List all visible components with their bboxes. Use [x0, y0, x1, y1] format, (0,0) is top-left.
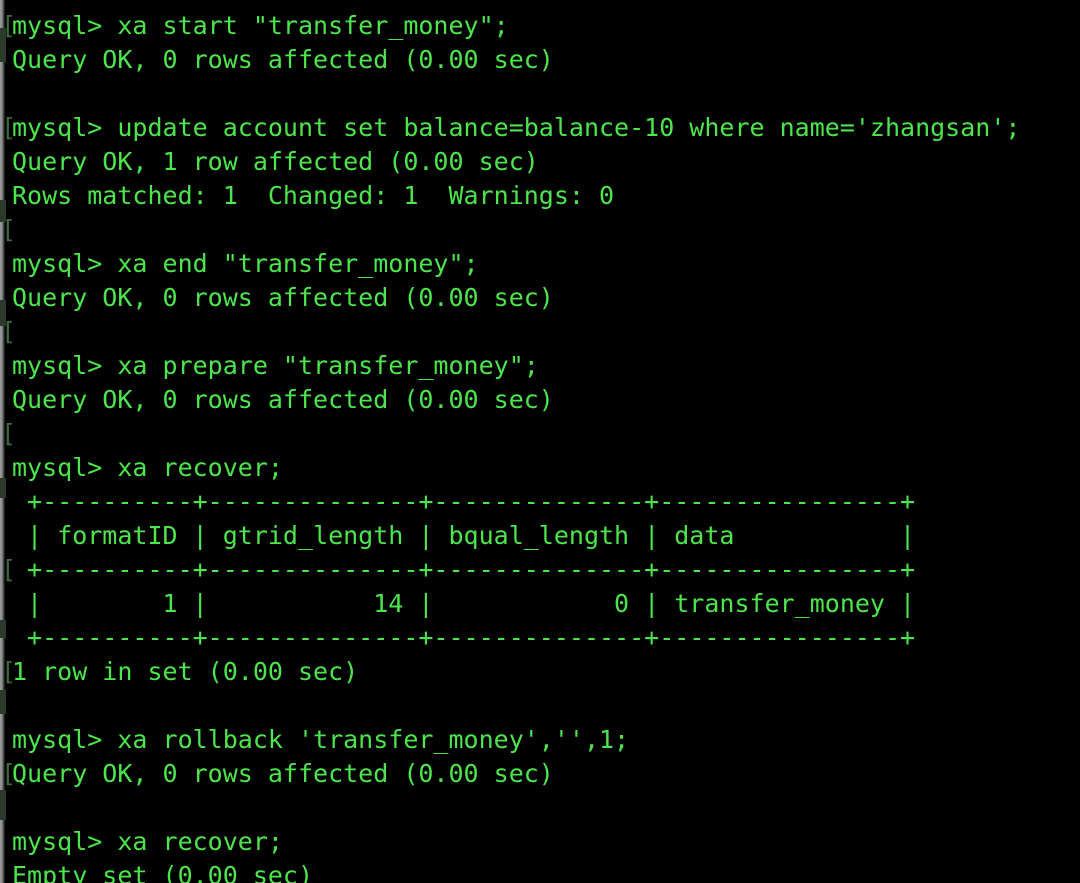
terminal-line: | 1 | 14 | 0 | transfer_money | — [12, 589, 916, 618]
terminal-line: mysql> xa recover; — [12, 453, 283, 482]
terminal-window[interactable]: mysql> xa start "transfer_money";Query O… — [0, 0, 1080, 883]
terminal-line: +----------+--------------+-------------… — [0, 553, 1080, 587]
terminal-line: +----------+--------------+-------------… — [12, 623, 916, 652]
terminal-line: mysql> update account set balance=balanc… — [0, 111, 1080, 145]
terminal-line: Empty set (0.00 sec) — [12, 861, 314, 883]
terminal-line: | formatID | gtrid_length | bqual_length… — [12, 521, 916, 550]
terminal-output-area[interactable]: mysql> xa start "transfer_money";Query O… — [0, 0, 1080, 883]
terminal-line: Rows matched: 1 Changed: 1 Warnings: 0 — [12, 181, 615, 210]
terminal-line: +----------+--------------+-------------… — [12, 487, 916, 516]
terminal-line: Query OK, 0 rows affected (0.00 sec) — [0, 757, 1080, 791]
terminal-line: mysql> xa rollback 'transfer_money','',1… — [12, 725, 630, 754]
terminal-blank-line — [0, 213, 1080, 247]
terminal-blank-line — [0, 315, 1080, 349]
terminal-line: Query OK, 0 rows affected (0.00 sec) — [12, 45, 554, 74]
terminal-line: mysql> xa start "transfer_money"; — [0, 9, 1080, 43]
terminal-line: 1 row in set (0.00 sec) — [0, 655, 1080, 689]
terminal-line: mysql> xa recover; — [12, 827, 283, 856]
terminal-line: mysql> xa prepare "transfer_money"; — [12, 351, 539, 380]
terminal-blank-line — [0, 417, 1080, 451]
terminal-line: Query OK, 0 rows affected (0.00 sec) — [12, 283, 554, 312]
terminal-line: Query OK, 0 rows affected (0.00 sec) — [12, 385, 554, 414]
terminal-line: Query OK, 1 row affected (0.00 sec) — [12, 147, 539, 176]
terminal-line: mysql> xa end "transfer_money"; — [12, 249, 479, 278]
